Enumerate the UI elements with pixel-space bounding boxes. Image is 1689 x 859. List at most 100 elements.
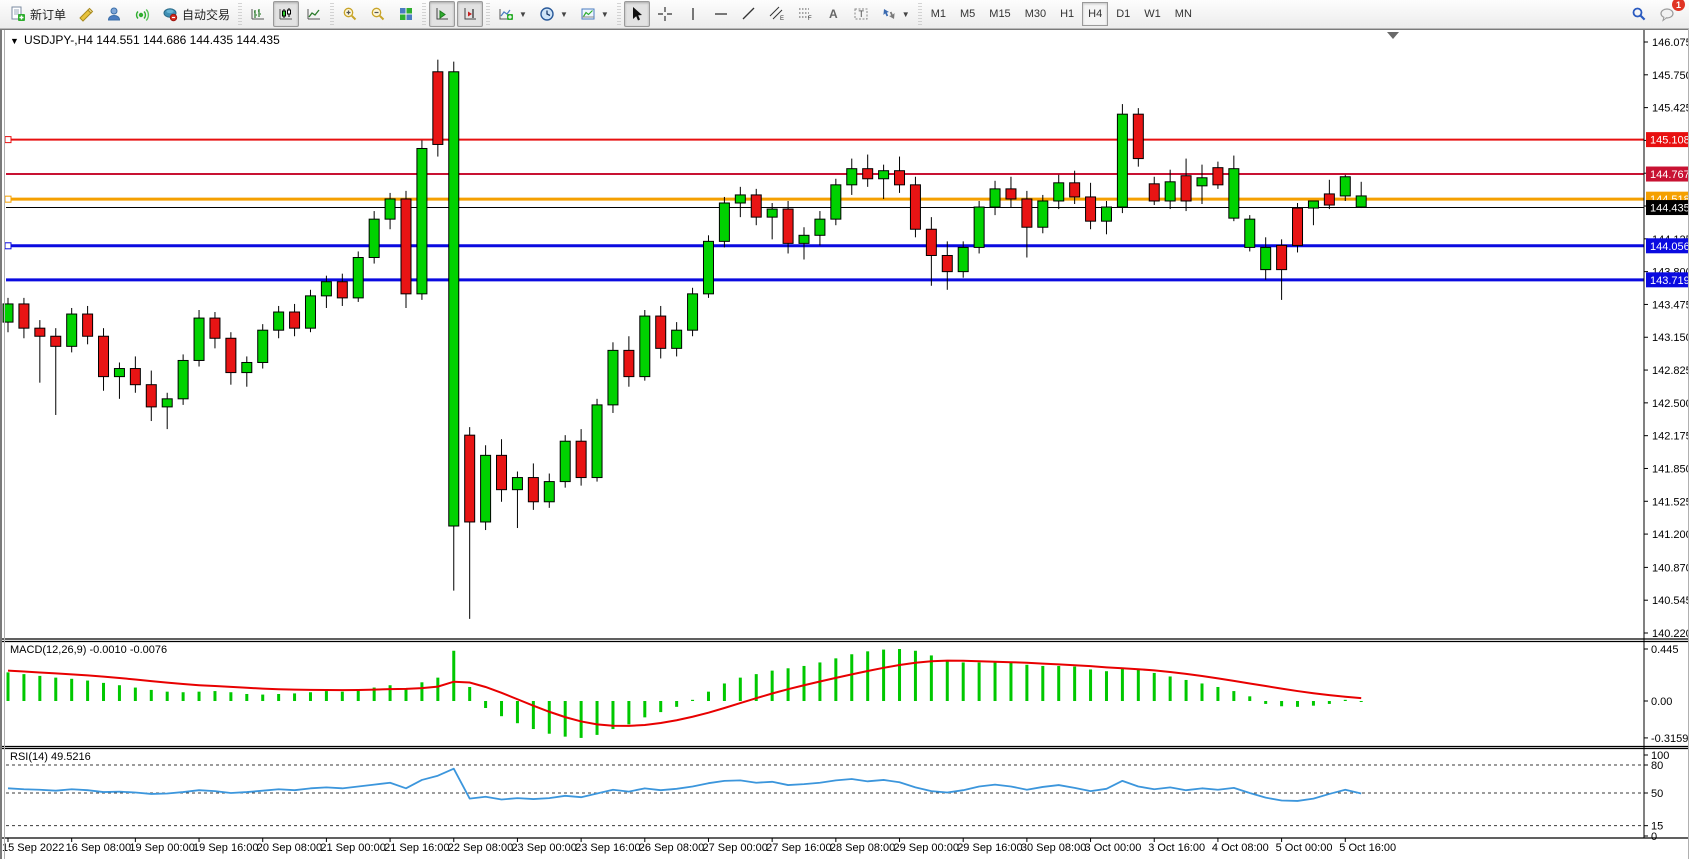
- candle-body: [99, 336, 109, 376]
- hline-button[interactable]: [708, 1, 734, 27]
- window-border-left-inner: [4, 29, 5, 859]
- candle-body: [879, 171, 889, 179]
- mt4-terminal: 新订单 自动交易: [0, 0, 1689, 859]
- periods-button[interactable]: ▼: [534, 1, 573, 27]
- fibonacci-icon: F: [797, 6, 813, 22]
- macd-pane-label: MACD(12,26,9) -0.0010 -0.0076: [10, 644, 167, 656]
- candle-body: [1308, 201, 1318, 208]
- candle-body: [942, 255, 952, 271]
- candle-body: [1149, 184, 1159, 201]
- time-axis-label: 21 Sep 16:00: [384, 842, 449, 854]
- candle-body: [512, 478, 522, 490]
- macd-histogram-bar: [739, 678, 742, 701]
- timeframe-button-D1[interactable]: D1: [1110, 2, 1136, 26]
- crosshair-button[interactable]: [652, 1, 678, 27]
- macd-histogram-bar: [7, 672, 10, 701]
- search-button[interactable]: [1626, 1, 1652, 27]
- time-axis-label: 27 Sep 16:00: [766, 842, 831, 854]
- candle-body: [305, 296, 315, 328]
- candle-body: [465, 435, 475, 522]
- search-icon: [1631, 6, 1647, 22]
- time-axis-label: 15 Sep 2022: [2, 842, 64, 854]
- fibonacci-button[interactable]: F: [792, 1, 818, 27]
- zoom-out-button[interactable]: [365, 1, 391, 27]
- candle-body: [497, 455, 507, 489]
- zoom-in-icon: [342, 6, 358, 22]
- arrows-tool-button[interactable]: ▼: [876, 1, 915, 27]
- price-axis-label: 140.545: [1652, 595, 1689, 607]
- window-border-left: [0, 29, 2, 859]
- templates-button[interactable]: ▼: [575, 1, 614, 27]
- line-anchor-handle[interactable]: [5, 137, 11, 143]
- macd-histogram-bar: [675, 701, 678, 707]
- macd-histogram-bar: [229, 692, 232, 701]
- timeframe-button-H4[interactable]: H4: [1082, 2, 1108, 26]
- market-button[interactable]: [73, 1, 99, 27]
- price-axis-label: 141.200: [1652, 529, 1689, 541]
- macd-histogram-bar: [516, 701, 519, 723]
- community-button[interactable]: [101, 1, 127, 27]
- candles-chart-button[interactable]: [273, 1, 299, 27]
- price-axis-label: 142.175: [1652, 431, 1689, 443]
- macd-histogram-bar: [850, 654, 853, 701]
- channel-button[interactable]: E: [764, 1, 790, 27]
- time-axis-label: 23 Sep 16:00: [575, 842, 640, 854]
- macd-histogram-bar: [452, 651, 455, 701]
- timeframe-button-M30[interactable]: M30: [1019, 2, 1052, 26]
- new-order-button[interactable]: 新订单: [5, 1, 71, 27]
- vline-button[interactable]: [680, 1, 706, 27]
- text-button[interactable]: A: [820, 1, 846, 27]
- trendline-button[interactable]: [736, 1, 762, 27]
- candle-body: [688, 294, 698, 330]
- candle-body: [321, 282, 331, 296]
- time-axis-label: 19 Sep 16:00: [193, 842, 258, 854]
- macd-histogram-bar: [627, 701, 630, 724]
- macd-histogram-bar: [1185, 680, 1188, 701]
- line-anchor-handle[interactable]: [5, 243, 11, 249]
- timeframe-button-M1[interactable]: M1: [925, 2, 952, 26]
- candle-body: [656, 316, 666, 348]
- time-axis-label: 22 Sep 08:00: [448, 842, 513, 854]
- autotrading-button[interactable]: 自动交易: [157, 1, 235, 27]
- line-anchor-handle[interactable]: [5, 196, 11, 202]
- candle-body: [1038, 201, 1048, 227]
- template-icon: [580, 6, 596, 22]
- toolbar-grip: [330, 3, 334, 25]
- zoom-in-button[interactable]: [337, 1, 363, 27]
- timeframe-button-H1[interactable]: H1: [1054, 2, 1080, 26]
- price-axis-label: 145.750: [1652, 70, 1689, 82]
- timeframe-button-M15[interactable]: M15: [983, 2, 1016, 26]
- toolbar-grip: [486, 3, 490, 25]
- cursor-button[interactable]: [624, 1, 650, 27]
- chart-shift-button[interactable]: [457, 1, 483, 27]
- timeframe-button-MN[interactable]: MN: [1169, 2, 1198, 26]
- text-label-icon: T: [853, 6, 869, 22]
- macd-histogram-bar: [420, 682, 423, 701]
- svg-text:T: T: [858, 9, 864, 19]
- candle-body: [1293, 208, 1303, 245]
- signals-button[interactable]: [129, 1, 155, 27]
- candle-body: [1006, 189, 1016, 199]
- macd-histogram-bar: [38, 676, 41, 701]
- timeframe-button-M5[interactable]: M5: [954, 2, 981, 26]
- line-chart-button[interactable]: [301, 1, 327, 27]
- toolbar-grip: [422, 3, 426, 25]
- macd-histogram-bar: [564, 701, 567, 737]
- tile-windows-button[interactable]: [393, 1, 419, 27]
- notifications-button[interactable]: 1: [1654, 1, 1680, 27]
- chart-canvas[interactable]: ▼USDJPY-,H4 144.551 144.686 144.435 144.…: [0, 29, 1689, 859]
- text-label-button[interactable]: T: [848, 1, 874, 27]
- autotrading-label: 自动交易: [182, 6, 230, 23]
- new-order-label: 新订单: [30, 6, 66, 23]
- macd-histogram-bar: [182, 692, 185, 701]
- macd-histogram-bar: [962, 662, 965, 701]
- macd-histogram-bar: [1169, 676, 1172, 701]
- time-axis-label: 3 Oct 16:00: [1148, 842, 1205, 854]
- autoscroll-button[interactable]: [429, 1, 455, 27]
- price-axis-label: 143.475: [1652, 299, 1689, 311]
- macd-histogram-bar: [1248, 696, 1251, 701]
- timeframe-button-W1[interactable]: W1: [1138, 2, 1167, 26]
- crosshair-icon: [657, 6, 673, 22]
- bars-chart-button[interactable]: [245, 1, 271, 27]
- indicators-button[interactable]: ▼: [493, 1, 532, 27]
